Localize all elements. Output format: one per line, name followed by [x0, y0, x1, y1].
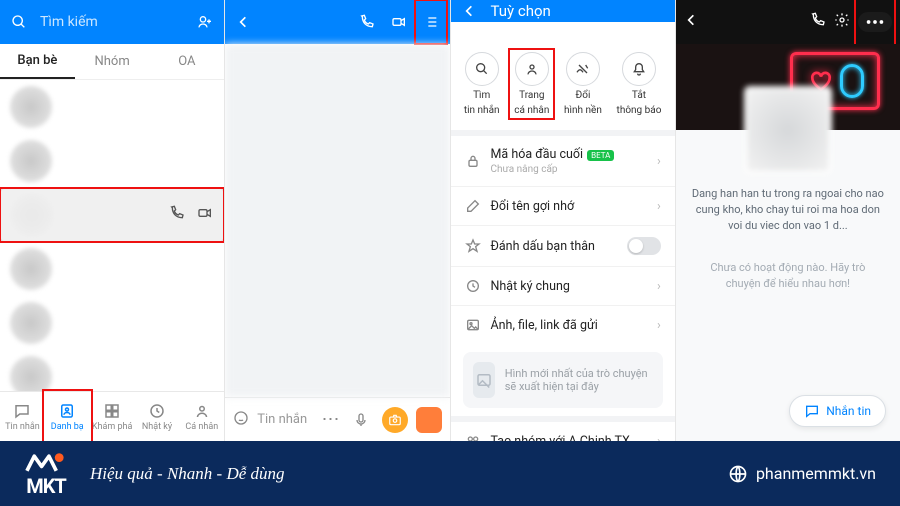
chat-input-bar: Tin nhắn ⋯: [225, 397, 449, 441]
media-thumb-icon: [473, 362, 495, 398]
option-shared-diary[interactable]: Nhật ký chung›: [451, 267, 675, 306]
brand-logo: MKT: [24, 450, 68, 498]
profile-header: [676, 0, 900, 44]
contact-row[interactable]: [0, 296, 224, 350]
banner-slogan: Hiệu quả - Nhanh - Dễ dùng: [90, 464, 285, 484]
profile-empty-state: Chưa có hoạt động nào. Hãy trò chuyện để…: [676, 256, 900, 296]
action-search-messages[interactable]: Tìmtin nhắn: [464, 52, 500, 116]
video-call-icon[interactable]: [388, 11, 410, 33]
nav-discover[interactable]: Khám phá: [90, 392, 135, 441]
screen-chat: Tin nhắn ⋯: [225, 0, 450, 441]
option-media[interactable]: Ảnh, file, link đã gửi›: [451, 306, 675, 344]
contact-row[interactable]: [0, 80, 224, 134]
option-best-friend[interactable]: Đánh dấu bạn thân: [451, 226, 675, 267]
nav-messages[interactable]: Tin nhắn: [0, 392, 45, 441]
logo-mark-icon: [24, 450, 68, 474]
media-preview-box: Hình mới nhất của trò chuyện sẽ xuất hiệ…: [463, 352, 663, 408]
header: Tìm kiếm: [0, 0, 224, 44]
chat-options-icon[interactable]: [420, 11, 442, 33]
search-input[interactable]: Tìm kiếm: [40, 14, 98, 30]
screen-contacts: Tìm kiếm Bạn bè Nhóm OA: [0, 0, 225, 441]
contact-row[interactable]: [0, 350, 224, 391]
tab-friends[interactable]: Bạn bè: [0, 44, 75, 79]
search-icon[interactable]: [8, 11, 30, 33]
add-friend-icon[interactable]: [194, 11, 216, 33]
back-icon[interactable]: [459, 0, 481, 22]
contact-tabs: Bạn bè Nhóm OA: [0, 44, 224, 80]
bottom-nav: Tin nhắn Danh bạ Khám phá Nhật ký Cá nhâ…: [0, 391, 224, 441]
action-mute-notifications[interactable]: Tắtthông báo: [617, 52, 662, 116]
best-friend-toggle[interactable]: [627, 237, 661, 255]
screen-options: Tuỳ chọn Tìmtin nhắn Trangcá nhân Đổihìn…: [451, 0, 676, 441]
contact-row[interactable]: [0, 134, 224, 188]
camera-icon[interactable]: [382, 407, 408, 433]
more-menu-icon[interactable]: [858, 12, 892, 32]
gallery-icon[interactable]: [416, 407, 442, 433]
back-icon[interactable]: [684, 12, 700, 32]
call-icon[interactable]: [169, 205, 185, 225]
message-button[interactable]: Nhắn tin: [789, 395, 886, 427]
video-call-icon[interactable]: [197, 205, 213, 225]
settings-icon[interactable]: [834, 12, 850, 32]
profile-avatar[interactable]: [744, 86, 832, 174]
chat-messages-area[interactable]: [225, 44, 449, 397]
contact-row[interactable]: [0, 242, 224, 296]
options-action-row: Tìmtin nhắn Trangcá nhân Đổihình nền Tắt…: [451, 42, 675, 136]
voice-icon[interactable]: [348, 407, 374, 433]
call-icon[interactable]: [356, 11, 378, 33]
chat-header: [225, 0, 449, 44]
tab-groups[interactable]: Nhóm: [75, 44, 150, 79]
action-profile-page[interactable]: Trangcá nhân: [514, 52, 549, 116]
back-icon[interactable]: [233, 11, 255, 33]
options-title: Tuỳ chọn: [491, 2, 551, 20]
options-header: Tuỳ chọn: [451, 0, 675, 22]
brand-banner: MKT Hiệu quả - Nhanh - Dễ dùng phanmemmk…: [0, 441, 900, 506]
contact-list[interactable]: [0, 80, 224, 391]
globe-icon: [728, 464, 748, 484]
screen-profile: Dang han han tu trong ra ngoai cho nao c…: [676, 0, 900, 441]
profile-bio: Dang han han tu trong ra ngoai cho nao c…: [676, 182, 900, 238]
option-rename[interactable]: Đổi tên gợi nhớ›: [451, 187, 675, 226]
nav-diary[interactable]: Nhật ký: [135, 392, 180, 441]
banner-site[interactable]: phanmemmkt.vn: [728, 464, 876, 484]
contact-row-selected[interactable]: [0, 188, 224, 242]
nav-contacts[interactable]: Danh bạ: [45, 392, 90, 441]
message-input[interactable]: Tin nhắn: [257, 412, 313, 427]
option-create-group[interactable]: Tạo nhóm với A Chinh TX›: [451, 416, 675, 441]
tab-oa[interactable]: OA: [150, 44, 225, 79]
option-encrypt[interactable]: Mã hóa đầu cuốiBETA Chưa nâng cấp ›: [451, 136, 675, 187]
nav-profile[interactable]: Cá nhân: [179, 392, 224, 441]
sticker-icon[interactable]: [233, 410, 249, 430]
action-change-background[interactable]: Đổihình nền: [564, 52, 602, 116]
call-icon[interactable]: [810, 12, 826, 32]
more-icon[interactable]: ⋯: [322, 409, 340, 430]
